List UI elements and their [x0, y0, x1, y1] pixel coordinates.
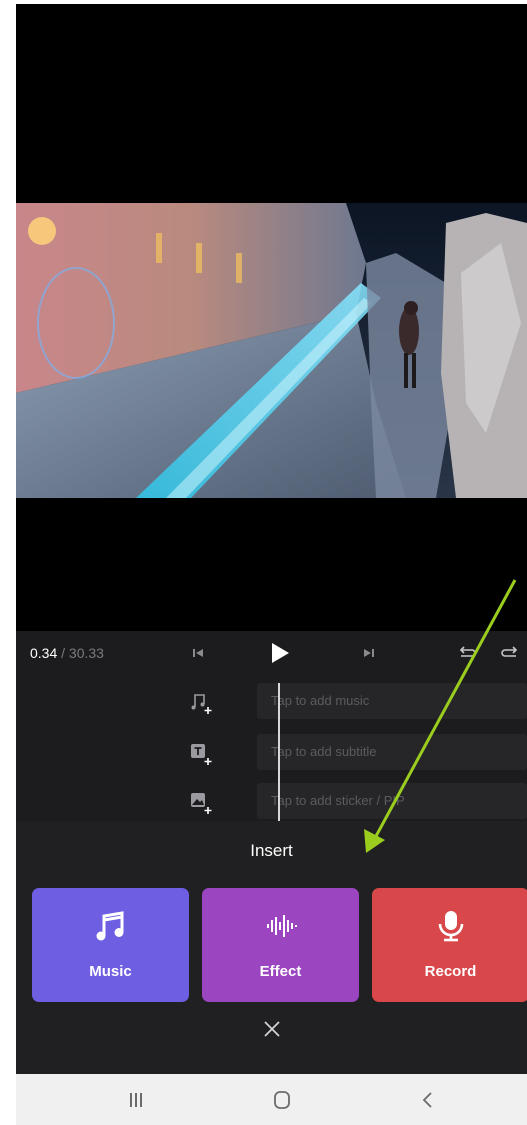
insert-panel: Insert Music Effect Record: [16, 821, 527, 1074]
playback-toolbar: 0.34 / 30.33: [16, 631, 527, 675]
video-preview[interactable]: [16, 203, 527, 498]
subtitle-track-row[interactable]: Tap to add subtitle: [16, 734, 527, 770]
skip-to-end-button[interactable]: [357, 641, 381, 665]
sticker-track-row[interactable]: Tap to add sticker / PIP: [16, 783, 527, 819]
sticker-track-hint: Tap to add sticker / PIP: [271, 793, 405, 808]
subtitle-track-hint: Tap to add subtitle: [271, 744, 377, 759]
music-track-placeholder[interactable]: Tap to add music: [257, 683, 527, 719]
music-note-icon: [93, 908, 129, 944]
home-button[interactable]: [269, 1087, 295, 1113]
playhead[interactable]: [278, 683, 280, 821]
music-option-button[interactable]: Music: [32, 888, 189, 1002]
timeline-editor: 0.34 / 30.33 Tap to add music Tap to add…: [16, 631, 527, 821]
close-insert-panel-button[interactable]: [261, 1018, 283, 1040]
sticker-track-placeholder[interactable]: Tap to add sticker / PIP: [257, 783, 527, 819]
effect-option-button[interactable]: Effect: [202, 888, 359, 1002]
music-add-icon[interactable]: [188, 689, 214, 715]
undo-icon: [459, 646, 476, 657]
back-button[interactable]: [415, 1087, 441, 1113]
total-time: 30.33: [68, 645, 104, 661]
close-icon: [264, 1021, 280, 1037]
back-icon: [422, 1092, 432, 1108]
redo-button[interactable]: [498, 641, 522, 665]
time-separator: /: [57, 645, 69, 661]
time-display: 0.34 / 30.33: [30, 645, 104, 661]
app-screen: 0.34 / 30.33 Tap to add music Tap to add…: [16, 4, 527, 1125]
record-option-button[interactable]: Record: [372, 888, 527, 1002]
music-track-row[interactable]: Tap to add music: [16, 683, 527, 719]
play-icon: [272, 643, 289, 663]
recent-apps-icon: [130, 1093, 142, 1107]
record-option-label: Record: [424, 963, 477, 980]
video-frame-image: [16, 203, 527, 498]
subtitle-track-placeholder[interactable]: Tap to add subtitle: [257, 734, 527, 770]
play-button[interactable]: [265, 639, 293, 667]
skip-start-icon: [193, 649, 203, 657]
music-option-label: Music: [89, 963, 132, 980]
insert-panel-title: Insert: [250, 841, 293, 860]
audio-wave-icon: [263, 908, 299, 944]
system-navigation-bar: [16, 1074, 527, 1125]
subtitle-add-icon[interactable]: [188, 740, 214, 766]
skip-end-icon: [364, 649, 374, 657]
recent-apps-button[interactable]: [123, 1087, 149, 1113]
home-icon: [274, 1091, 290, 1109]
music-track-hint: Tap to add music: [271, 693, 370, 708]
current-time: 0.34: [30, 645, 58, 661]
undo-button[interactable]: [455, 641, 479, 665]
skip-to-start-button[interactable]: [186, 641, 210, 665]
microphone-icon: [433, 908, 469, 944]
effect-option-label: Effect: [259, 963, 302, 980]
sticker-add-icon[interactable]: [188, 789, 214, 815]
redo-icon: [501, 646, 518, 657]
